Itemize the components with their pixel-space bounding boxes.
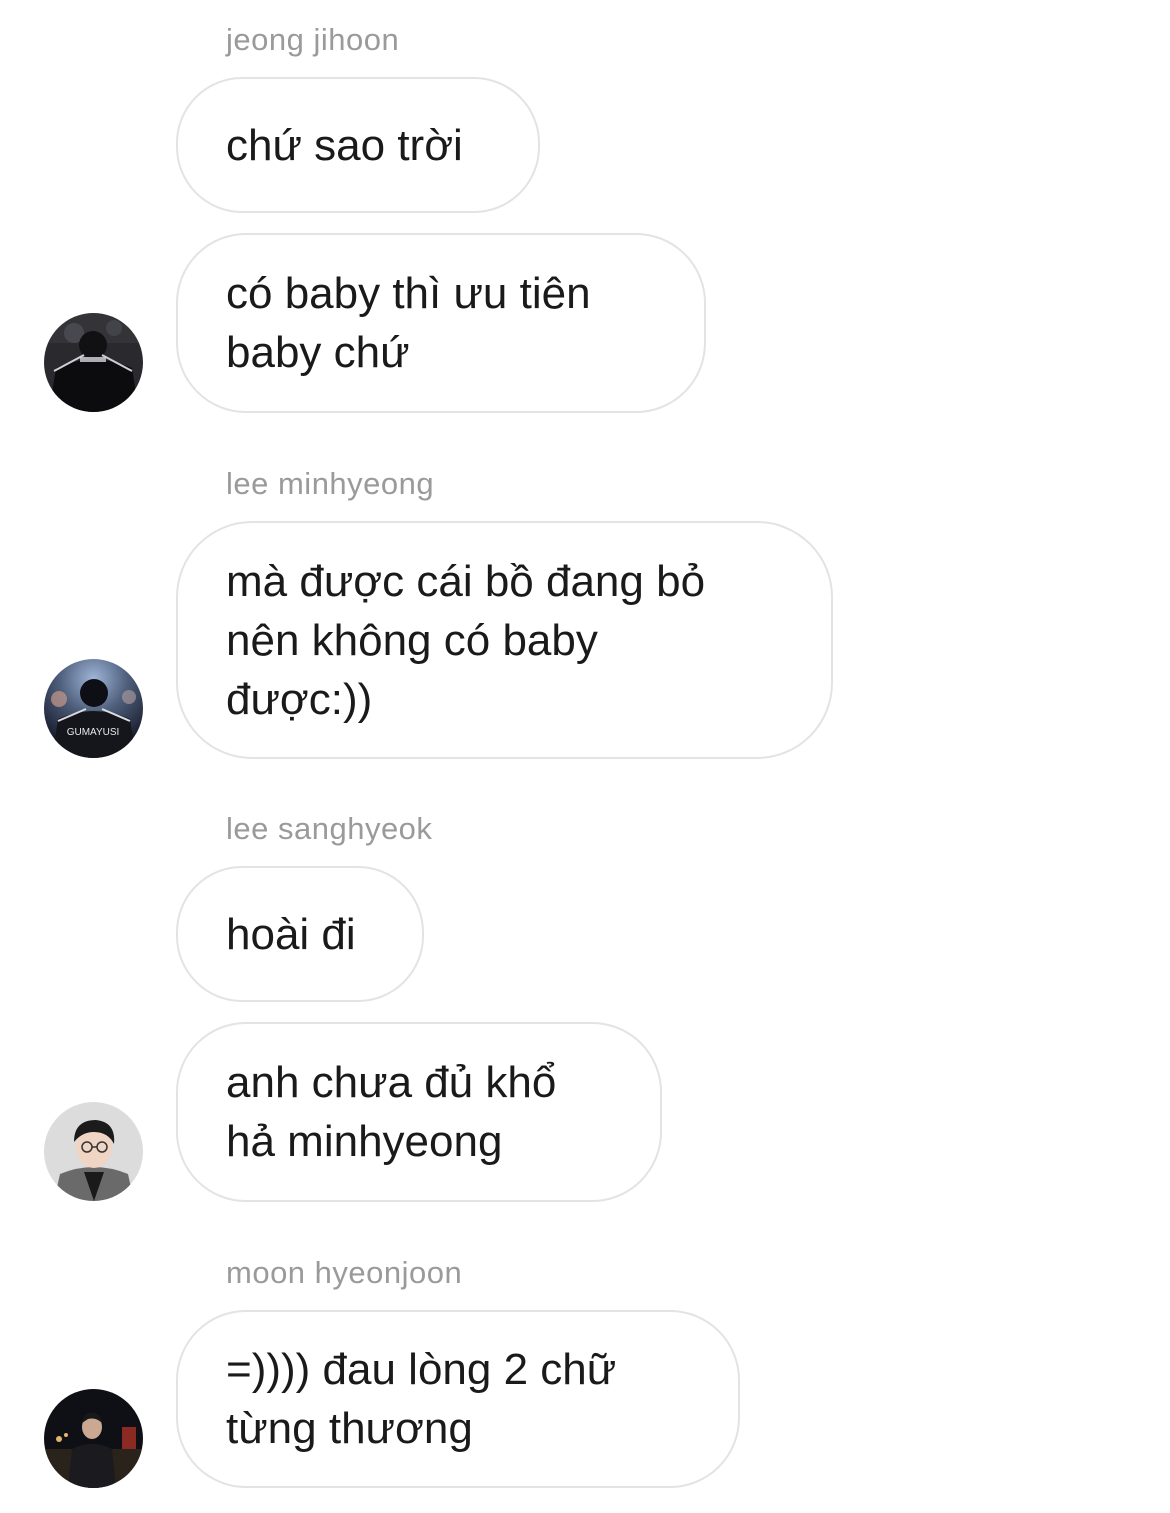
sender-name-lee-minhyeong: lee minhyeong [226,466,435,501]
message-bubble[interactable]: chứ sao trời [176,77,540,213]
message-bubble[interactable]: mà được cái bồ đang bỏ nên không có baby… [176,521,833,759]
message-bubble[interactable]: hoài đi [176,866,424,1002]
avatar-jersey-text: GUMAYUSI [67,727,120,738]
sender-name-moon-hyeonjoon: moon hyeonjoon [226,1255,463,1290]
message-bubble[interactable]: anh chưa đủ khổ hả minhyeong [176,1022,662,1202]
message-bubble[interactable]: có baby thì ưu tiên baby chứ [176,233,706,413]
message-bubble[interactable]: =)))) đau lòng 2 chữ từng thương [176,1310,740,1488]
avatar-lee-minhyeong[interactable]: GUMAYUSI [44,659,143,758]
avatar-moon-hyeonjoon[interactable] [44,1389,143,1488]
avatar-lee-sanghyeok[interactable] [44,1102,143,1201]
avatar-jeong-jihoon[interactable] [44,313,143,412]
sender-name-jeong-jihoon: jeong jihoon [226,22,400,57]
sender-name-lee-sanghyeok: lee sanghyeok [226,811,433,846]
